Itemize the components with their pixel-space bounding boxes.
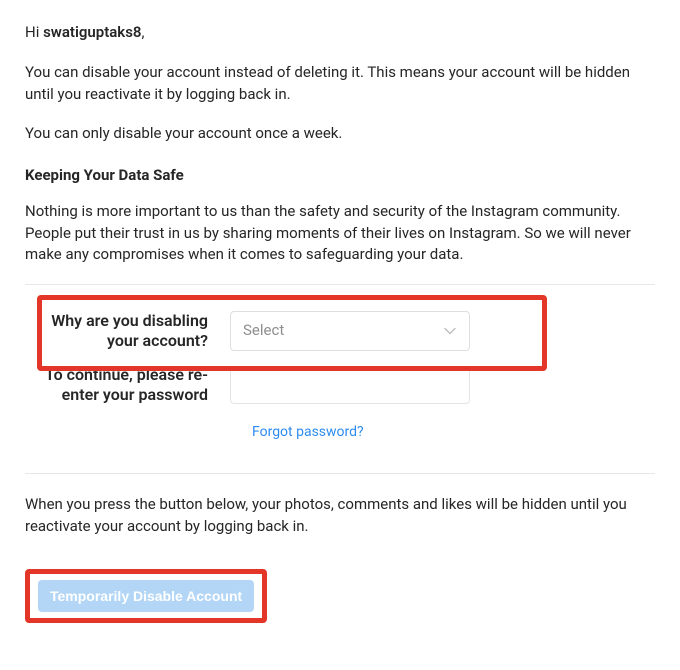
chevron-down-icon — [443, 324, 457, 338]
forgot-password-link[interactable]: Forgot password? — [252, 424, 364, 440]
data-safe-body: Nothing is more important to us than the… — [25, 201, 655, 266]
highlight-disable-button-box: Temporarily Disable Account — [25, 569, 267, 623]
password-row: To continue, please re-enter your passwo… — [25, 365, 655, 405]
reason-select[interactable]: Select — [230, 311, 470, 351]
intro-paragraph-2: You can only disable your account once a… — [25, 123, 655, 145]
intro-paragraph-1: You can disable your account instead of … — [25, 62, 655, 106]
reason-row: Why are you disabling your account? Sele… — [25, 303, 655, 351]
confirm-text: When you press the button below, your ph… — [25, 494, 655, 538]
disable-form-area: Why are you disabling your account? Sele… — [25, 285, 655, 455]
greeting-suffix: , — [142, 23, 145, 41]
temporarily-disable-button[interactable]: Temporarily Disable Account — [38, 580, 254, 612]
data-safe-title: Keeping Your Data Safe — [25, 165, 655, 187]
reason-select-placeholder: Select — [243, 320, 284, 342]
greeting-prefix: Hi — [25, 23, 43, 41]
divider-bottom — [25, 473, 655, 474]
greeting-line: Hi swatiguptaks8, — [25, 22, 655, 44]
password-label: To continue, please re-enter your passwo… — [25, 365, 230, 405]
password-input[interactable] — [230, 366, 470, 404]
reason-label: Why are you disabling your account? — [25, 311, 230, 351]
greeting-username: swatiguptaks8 — [43, 23, 141, 41]
